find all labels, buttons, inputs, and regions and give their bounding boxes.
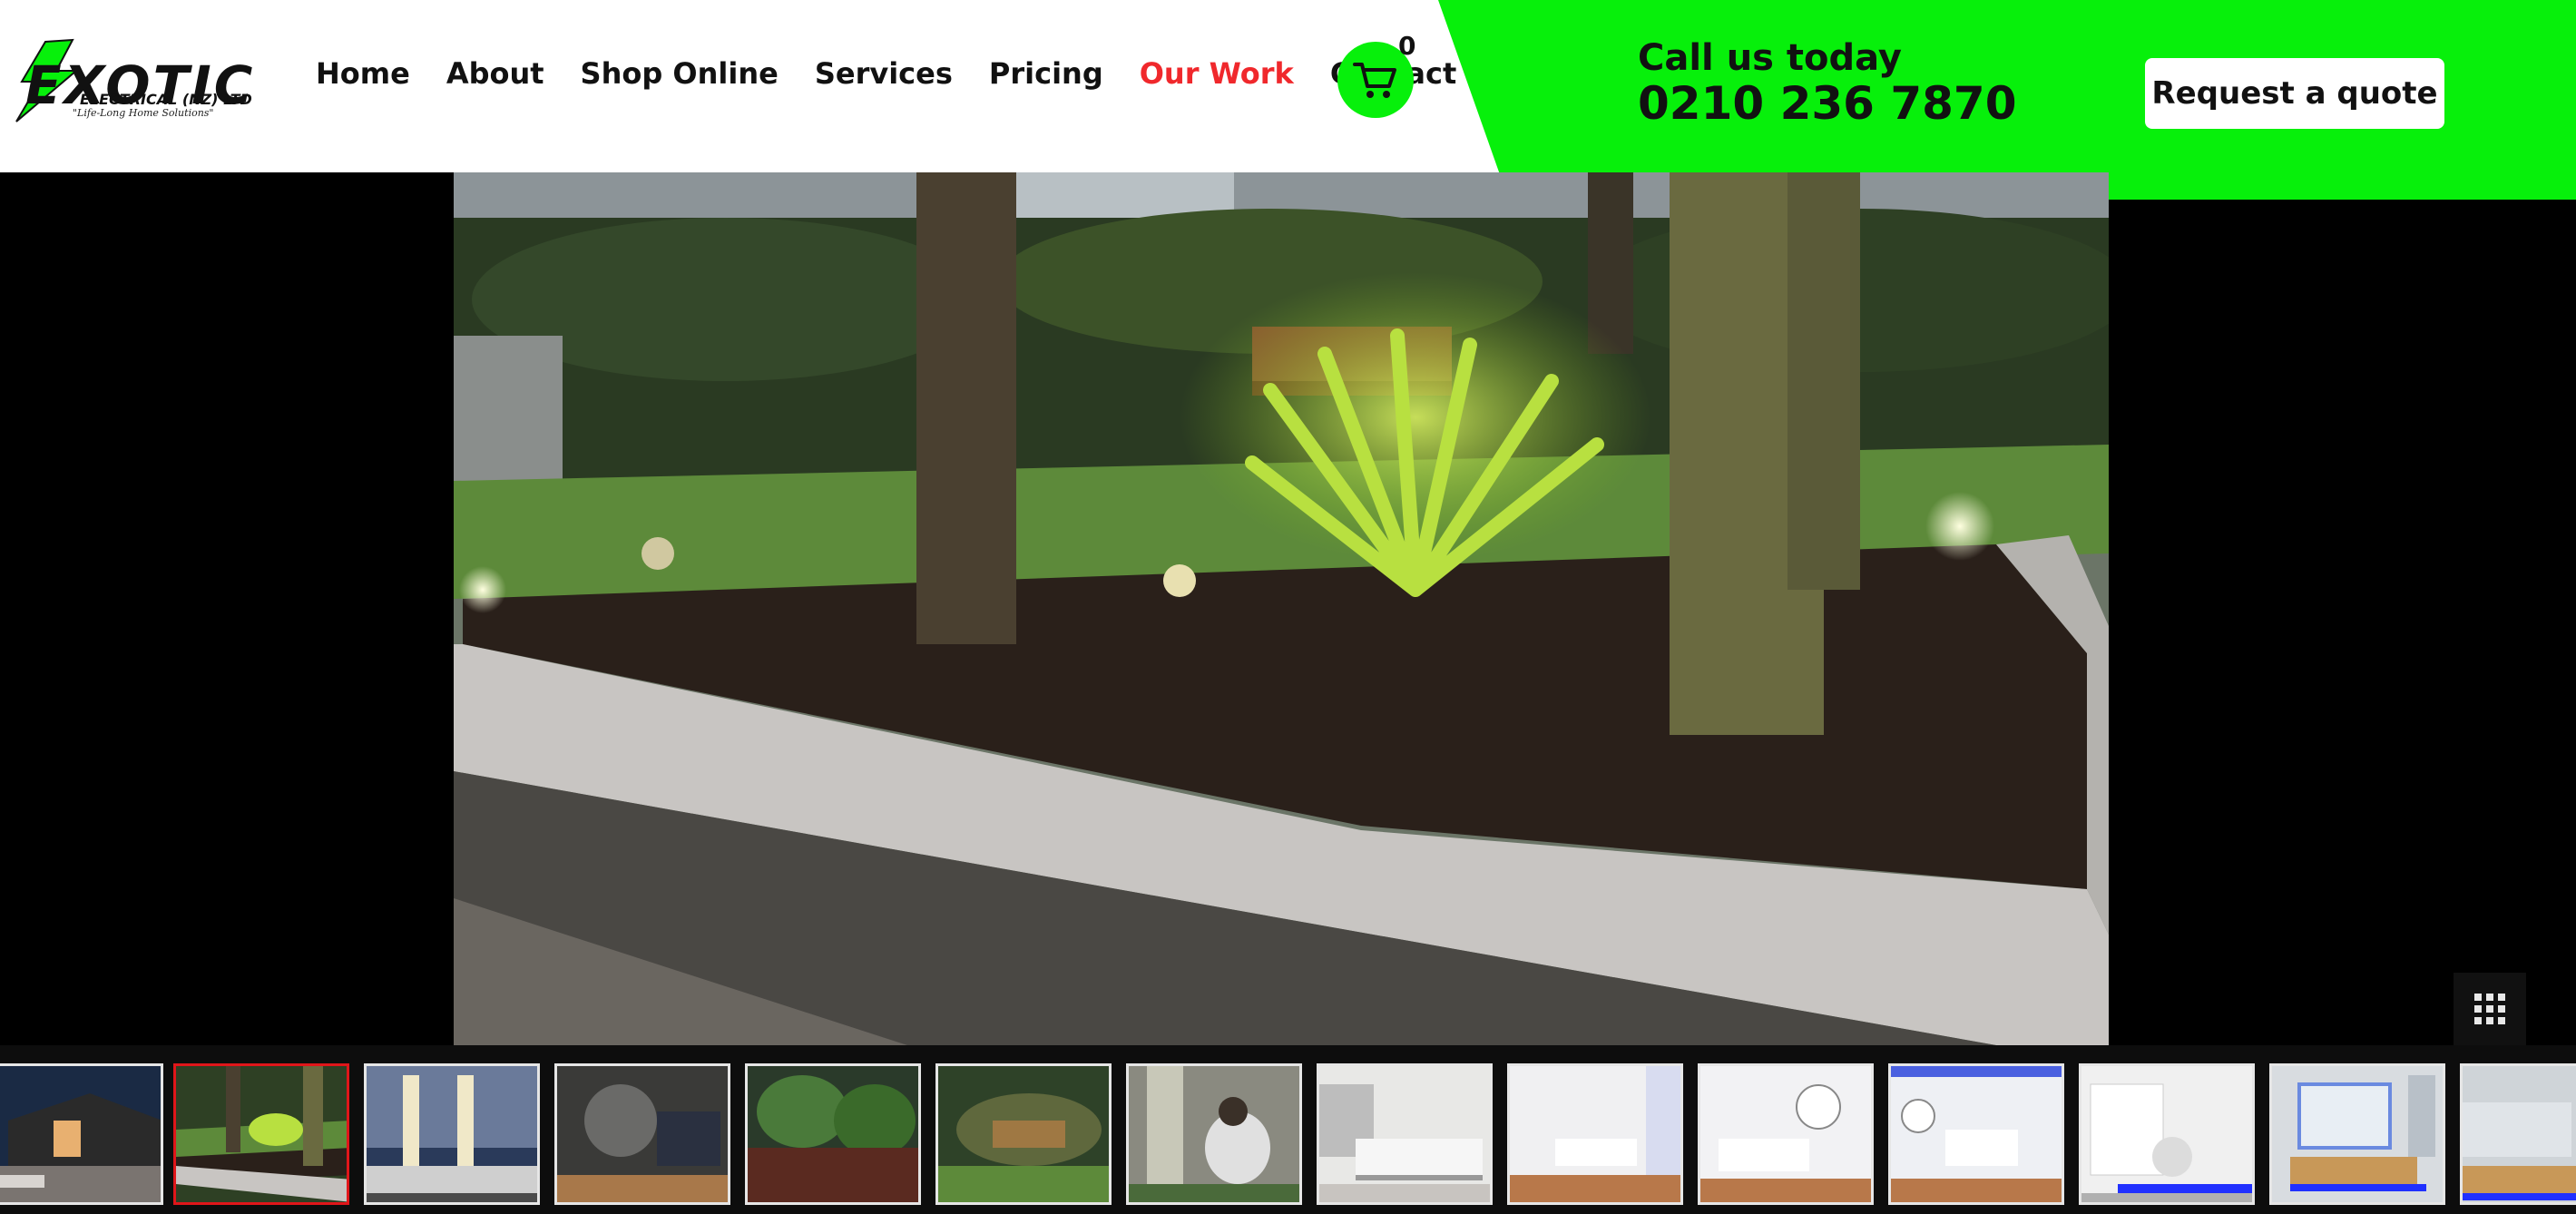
- nav-shop-online[interactable]: Shop Online: [581, 56, 779, 91]
- gallery-thumbnail-1[interactable]: [0, 1063, 163, 1205]
- garden-photo: [454, 172, 2109, 1045]
- gallery-thumbnail-14[interactable]: [2460, 1063, 2576, 1205]
- gallery-grid-button[interactable]: [2454, 973, 2526, 1045]
- gallery-thumbnail-10[interactable]: [1698, 1063, 1874, 1205]
- phone-number[interactable]: 0210 236 7870: [1638, 78, 2017, 129]
- nav-our-work[interactable]: Our Work: [1140, 56, 1294, 91]
- gallery-main-image[interactable]: [454, 172, 2109, 1045]
- gallery-thumbnail-4[interactable]: [554, 1063, 730, 1205]
- gallery-thumbnail-7[interactable]: [1126, 1063, 1302, 1205]
- logo-tagline: "Life-Long Home Solutions": [73, 107, 214, 119]
- nav-home[interactable]: Home: [316, 56, 410, 91]
- gallery-thumbnail-8[interactable]: [1317, 1063, 1493, 1205]
- grid-icon: [2474, 994, 2505, 1024]
- gallery-thumbnail-11[interactable]: [1888, 1063, 2064, 1205]
- gallery-thumbnail-9[interactable]: [1507, 1063, 1683, 1205]
- gallery-thumbnail-3[interactable]: [364, 1063, 540, 1205]
- logo[interactable]: EXOTIC ELECTRICAL (NZ) LTD "Life-Long Ho…: [9, 34, 281, 125]
- nav-about[interactable]: About: [446, 56, 544, 91]
- cart-icon: [1353, 63, 1396, 98]
- call-us: Call us today 0210 236 7870: [1638, 38, 2017, 129]
- gallery-thumbnail-13[interactable]: [2269, 1063, 2445, 1205]
- call-heading: Call us today: [1638, 37, 1902, 79]
- logo-subtitle: ELECTRICAL (NZ) LTD: [80, 91, 252, 108]
- gallery-thumbnail-2[interactable]: [173, 1063, 349, 1205]
- nav-pricing[interactable]: Pricing: [989, 56, 1103, 91]
- request-quote-button[interactable]: Request a quote: [2145, 58, 2444, 129]
- gallery-thumbnail-5[interactable]: [745, 1063, 921, 1205]
- gallery-thumbnail-12[interactable]: [2079, 1063, 2255, 1205]
- gallery-thumbnail-6[interactable]: [935, 1063, 1112, 1205]
- cart-count-badge: 0: [1398, 31, 1416, 61]
- nav-services[interactable]: Services: [815, 56, 953, 91]
- main-nav: Home About Shop Online Services Pricing …: [316, 56, 1456, 91]
